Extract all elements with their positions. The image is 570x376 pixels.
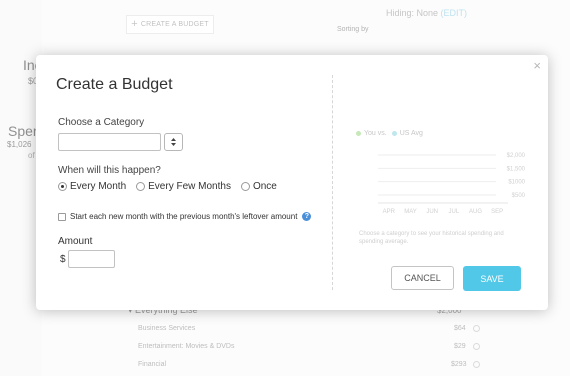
sort-arrows-icon <box>171 138 176 146</box>
frequency-option-label: Every Few Months <box>148 181 231 192</box>
radio-unselected[interactable] <box>136 182 146 191</box>
x-tick-label: JUL <box>448 209 459 215</box>
y-tick-label: $500 <box>512 193 526 199</box>
rollover-option[interactable]: Start each new month with the previous m… <box>58 212 312 221</box>
y-tick-label: $1000 <box>508 180 525 186</box>
legend-item: You vs. <box>356 130 387 137</box>
legend-label: US Avg <box>399 130 423 137</box>
frequency-option-label: Every Month <box>70 181 127 192</box>
create-budget-modal: × Create a Budget Choose a Category When… <box>36 55 548 310</box>
legend-dot <box>356 131 361 136</box>
x-tick-label: MAY <box>404 209 417 215</box>
spending-history-chart: $2,000 $1,500 $1000 $500 APR MAY JUN JUL AUG SEP <box>378 153 526 215</box>
category-select-toggle[interactable] <box>164 133 183 151</box>
frequency-option-once[interactable]: Once <box>240 181 277 192</box>
frequency-option-every-month[interactable]: Every Month <box>58 181 126 192</box>
y-tick-label: $1,500 <box>507 166 526 172</box>
x-tick-label: APR <box>383 209 396 215</box>
close-icon[interactable]: × <box>533 59 541 72</box>
frequency-option-label: Once <box>252 181 277 192</box>
help-icon[interactable]: ? <box>302 212 312 221</box>
radio-unselected[interactable] <box>240 182 250 191</box>
frequency-options: Every Month Every Few Months Once <box>58 181 287 192</box>
chart-hint: Choose a category to see your historical… <box>359 231 504 245</box>
frequency-option-every-few-months[interactable]: Every Few Months <box>136 181 231 192</box>
x-tick-label: AUG <box>469 209 482 215</box>
y-tick-label: $2,000 <box>507 153 526 159</box>
legend-item: US Avg <box>391 130 423 137</box>
cancel-button[interactable]: CANCEL <box>391 266 454 290</box>
frequency-label: When will this happen? <box>58 165 161 176</box>
legend-dot <box>391 131 397 136</box>
save-button[interactable]: SAVE <box>463 266 521 291</box>
modal-title: Create a Budget <box>56 76 173 93</box>
currency-symbol: $ <box>60 254 66 265</box>
x-tick-label: SEP <box>491 209 503 215</box>
x-tick-label: JUN <box>426 209 438 215</box>
amount-label: Amount <box>58 236 93 247</box>
rollover-checkbox[interactable] <box>58 212 66 221</box>
amount-input[interactable] <box>68 250 115 268</box>
category-input[interactable] <box>58 133 161 151</box>
legend-label: You vs. <box>364 130 387 137</box>
modal-divider <box>332 75 333 290</box>
rollover-label: Start each new month with the previous m… <box>70 212 298 221</box>
category-label: Choose a Category <box>58 117 145 128</box>
chart-legend: You vs. US Avg <box>356 130 428 137</box>
radio-selected[interactable] <box>58 182 67 191</box>
